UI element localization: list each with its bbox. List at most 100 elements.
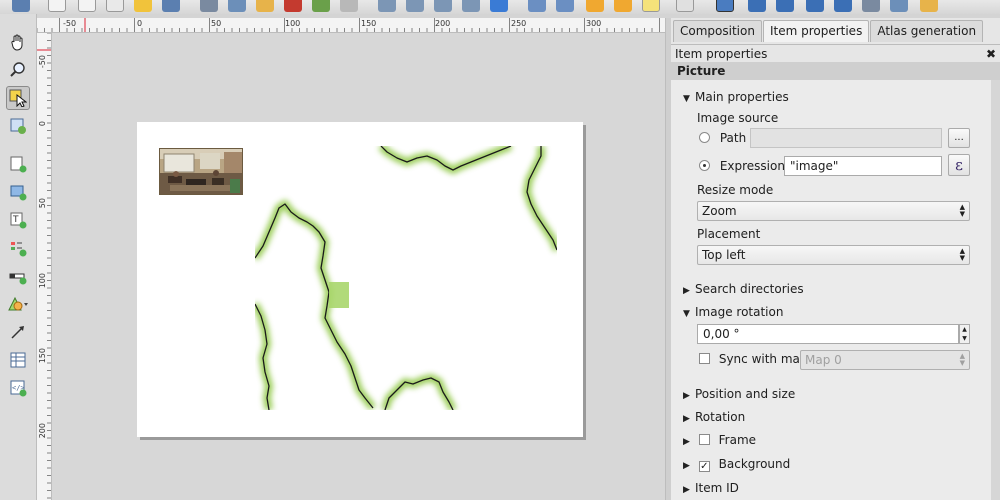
picture-properties: ▼ Main properties Image source Path ... E…	[671, 80, 991, 500]
h-ruler-label: 150	[361, 19, 377, 28]
path-radio-indicator	[699, 132, 710, 143]
last-feature-icon[interactable]	[834, 0, 852, 12]
export-pdf-icon[interactable]	[284, 0, 302, 12]
pan-tool[interactable]	[6, 30, 30, 54]
path-field[interactable]	[750, 128, 942, 148]
browse-button[interactable]: ...	[948, 128, 970, 148]
add-label-tool[interactable]: T	[6, 208, 30, 232]
undo-icon[interactable]	[312, 0, 330, 12]
properties-scrollbar[interactable]	[991, 80, 1000, 500]
lock-icon[interactable]	[586, 0, 604, 12]
h-ruler-label: -50	[63, 19, 77, 28]
add-attribute-table-tool[interactable]	[6, 348, 30, 372]
map-boundaries	[251, 142, 561, 412]
open-template-icon[interactable]	[134, 0, 152, 12]
export-image-icon[interactable]	[228, 0, 246, 12]
composer-canvas[interactable]	[52, 33, 665, 500]
select-move-tool[interactable]	[6, 86, 30, 110]
add-picture-icon	[10, 185, 27, 201]
path-radio[interactable]: Path	[699, 131, 746, 145]
group-title: Image rotation	[695, 305, 784, 319]
add-label-icon: T	[10, 212, 27, 229]
tab-atlas-generation[interactable]: Atlas generation	[870, 20, 984, 42]
next-feature-icon[interactable]	[806, 0, 824, 12]
group-icon[interactable]	[642, 0, 660, 12]
group-title: Rotation	[695, 410, 746, 424]
frame-group[interactable]: ▶ Frame	[683, 433, 756, 447]
expression-label: Expression	[719, 159, 785, 173]
redo-icon[interactable]	[340, 0, 358, 12]
refresh-icon[interactable]	[490, 0, 508, 12]
spin-arrows-icon[interactable]: ▲ ▼	[959, 324, 970, 344]
duplicate-composer-icon[interactable]	[78, 0, 96, 12]
h-ruler-label: 200	[435, 19, 451, 28]
resize-mode-select[interactable]: Zoom ▲ ▼	[697, 201, 970, 221]
position-size-group[interactable]: ▶ Position and size	[683, 387, 795, 401]
print-atlas-icon[interactable]	[862, 0, 880, 12]
expand-triangle-icon: ▶	[683, 286, 690, 296]
add-legend-tool[interactable]	[6, 236, 30, 260]
zoom-out-icon[interactable]	[434, 0, 452, 12]
save-template-icon[interactable]	[162, 0, 180, 12]
expression-field[interactable]: "image"	[784, 156, 942, 176]
rotation-spinbox[interactable]: 0,00 °	[697, 324, 959, 344]
path-label: Path	[719, 131, 747, 145]
first-feature-icon[interactable]	[748, 0, 766, 12]
map-item[interactable]	[251, 142, 561, 412]
add-map-icon	[10, 156, 27, 173]
v-ruler-label: -50	[38, 55, 47, 69]
atlas-settings-icon[interactable]	[920, 0, 938, 12]
dock-title-bar: Item properties ✖	[671, 44, 1000, 62]
frame-checkbox[interactable]	[698, 434, 710, 445]
map-select[interactable]: Map 0 ▲ ▼	[800, 350, 970, 370]
background-checkbox[interactable]: ✓	[698, 461, 710, 472]
magnifier-icon	[10, 62, 25, 77]
h-ruler-label: 250	[511, 19, 527, 28]
group-title: Search directories	[695, 282, 804, 296]
expression-radio[interactable]: Expression	[699, 159, 785, 173]
ungroup-icon[interactable]	[676, 0, 694, 12]
picture-item[interactable]	[159, 148, 243, 195]
dock-title: Item properties	[675, 47, 768, 61]
zoom-full-icon[interactable]	[378, 0, 396, 12]
close-icon[interactable]: ✖	[986, 45, 996, 63]
main-properties-group[interactable]: ▼ Main properties	[683, 90, 789, 104]
previous-feature-icon[interactable]	[776, 0, 794, 12]
add-scalebar-tool[interactable]	[6, 264, 30, 288]
add-html-frame-tool[interactable]: </>	[6, 376, 30, 400]
image-rotation-group[interactable]: ▼ Image rotation	[683, 305, 783, 319]
svg-text:T: T	[12, 215, 19, 225]
rotation-group[interactable]: ▶ Rotation	[683, 410, 745, 424]
add-map-tool[interactable]	[6, 152, 30, 176]
expression-builder-button[interactable]: ε	[948, 154, 970, 176]
background-group[interactable]: ▶ ✓ Background	[683, 457, 790, 472]
zoom-tool[interactable]	[6, 58, 30, 82]
expand-triangle-icon: ▶	[683, 461, 690, 471]
tab-composition[interactable]: Composition	[673, 20, 762, 42]
move-content-tool[interactable]	[6, 114, 30, 138]
add-shape-tool[interactable]	[6, 292, 30, 316]
sync-with-map-checkbox[interactable]: Sync with map	[699, 352, 808, 366]
tab-item-properties[interactable]: Item properties	[762, 20, 870, 42]
new-composer-icon[interactable]	[48, 0, 66, 12]
save-icon[interactable]	[12, 0, 30, 12]
select-all-icon[interactable]	[528, 0, 546, 12]
layout-page[interactable]	[137, 122, 583, 437]
item-id-group[interactable]: ▶ Item ID	[683, 481, 739, 495]
deselect-icon[interactable]	[556, 0, 574, 12]
group-title: Item ID	[695, 481, 739, 495]
unlock-icon[interactable]	[614, 0, 632, 12]
print-icon[interactable]	[200, 0, 218, 12]
search-directories-group[interactable]: ▶ Search directories	[683, 282, 804, 296]
zoom-actual-icon[interactable]	[462, 0, 480, 12]
export-atlas-icon[interactable]	[256, 0, 274, 12]
composer-manager-icon[interactable]	[106, 0, 124, 12]
move-content-icon	[10, 118, 26, 134]
add-image-tool[interactable]	[6, 180, 30, 204]
sync-with-map-label: Sync with map	[718, 352, 808, 366]
zoom-in-icon[interactable]	[406, 0, 424, 12]
raise-icon[interactable]	[716, 0, 734, 12]
export-atlas-image-icon[interactable]	[890, 0, 908, 12]
placement-select[interactable]: Top left ▲ ▼	[697, 245, 970, 265]
add-arrow-tool[interactable]	[6, 320, 30, 344]
